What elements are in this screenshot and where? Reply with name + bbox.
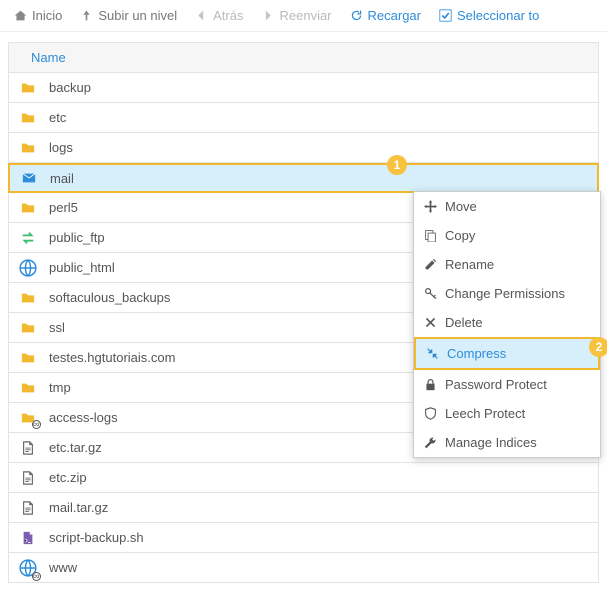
row-icon (19, 440, 37, 456)
wrench-icon (424, 436, 437, 449)
menu-move[interactable]: Move (414, 192, 600, 221)
menu-compress[interactable]: Compress 2 (414, 337, 600, 370)
row-icon (19, 259, 37, 277)
row-label: www (49, 560, 77, 575)
file-row-logs[interactable]: logs (8, 133, 599, 163)
row-icon (19, 530, 37, 546)
menu-permissions[interactable]: Change Permissions (414, 279, 600, 308)
file-row-www[interactable]: ∞ www (8, 553, 599, 583)
forward-icon (261, 9, 274, 22)
toolbar: Inicio Subir un nivel Atrás Reenviar Rec… (0, 0, 607, 32)
move-icon (424, 200, 437, 213)
row-label: logs (49, 140, 73, 155)
row-icon (19, 231, 37, 245)
check-icon (439, 9, 452, 22)
up-button[interactable]: Subir un nivel (80, 8, 177, 23)
row-icon: ∞ (19, 411, 37, 425)
name-column: Name (31, 50, 66, 65)
file-row-mail-tar-gz[interactable]: mail.tar.gz (8, 493, 599, 523)
back-button[interactable]: Atrás (195, 8, 243, 23)
delete-icon (424, 316, 437, 329)
row-label: perl5 (49, 200, 78, 215)
reload-icon (350, 9, 363, 22)
badge-1: 1 (387, 155, 407, 175)
menu-delete-label: Delete (445, 315, 483, 330)
context-menu: Move Copy Rename Change Permissions Dele… (413, 191, 601, 458)
column-header[interactable]: Name (8, 42, 599, 73)
file-row-script-backup-sh[interactable]: script-backup.sh (8, 523, 599, 553)
menu-delete[interactable]: Delete (414, 308, 600, 337)
row-icon (19, 321, 37, 335)
row-icon (19, 111, 37, 125)
menu-copy[interactable]: Copy (414, 221, 600, 250)
lock-icon (424, 378, 437, 391)
row-label: script-backup.sh (49, 530, 144, 545)
back-label: Atrás (213, 8, 243, 23)
row-icon (19, 291, 37, 305)
row-label: mail.tar.gz (49, 500, 108, 515)
row-label: etc (49, 110, 66, 125)
row-label: etc.tar.gz (49, 440, 102, 455)
badge-2: 2 (589, 337, 607, 357)
menu-indices-label: Manage Indices (445, 435, 537, 450)
file-row-etc-zip[interactable]: etc.zip (8, 463, 599, 493)
select-all-label: Seleccionar to (457, 8, 539, 23)
home-label: Inicio (32, 8, 62, 23)
row-icon (19, 470, 37, 486)
forward-button[interactable]: Reenviar (261, 8, 331, 23)
row-label: public_html (49, 260, 115, 275)
row-label: backup (49, 80, 91, 95)
menu-rename[interactable]: Rename (414, 250, 600, 279)
file-row-mail[interactable]: mail1 (8, 163, 599, 193)
menu-compress-label: Compress (447, 346, 506, 361)
menu-password[interactable]: Password Protect (414, 370, 600, 399)
row-label: ssl (49, 320, 65, 335)
row-label: public_ftp (49, 230, 105, 245)
row-icon (19, 500, 37, 516)
select-all-button[interactable]: Seleccionar to (439, 8, 539, 23)
row-label: mail (50, 171, 74, 186)
row-icon (19, 351, 37, 365)
menu-leech-label: Leech Protect (445, 406, 525, 421)
file-row-etc[interactable]: etc (8, 103, 599, 133)
row-icon (20, 171, 38, 185)
menu-move-label: Move (445, 199, 477, 214)
row-label: access-logs (49, 410, 118, 425)
row-label: testes.hgtutoriais.com (49, 350, 175, 365)
row-icon (19, 381, 37, 395)
menu-password-label: Password Protect (445, 377, 547, 392)
row-label: tmp (49, 380, 71, 395)
rename-icon (424, 258, 437, 271)
menu-permissions-label: Change Permissions (445, 286, 565, 301)
file-row-backup[interactable]: backup (8, 73, 599, 103)
copy-icon (424, 229, 437, 242)
menu-indices[interactable]: Manage Indices (414, 428, 600, 457)
row-icon: ∞ (19, 559, 37, 577)
row-label: etc.zip (49, 470, 87, 485)
menu-leech[interactable]: Leech Protect (414, 399, 600, 428)
home-icon (14, 9, 27, 22)
reload-button[interactable]: Recargar (350, 8, 421, 23)
key-icon (424, 287, 437, 300)
menu-copy-label: Copy (445, 228, 475, 243)
row-label: softaculous_backups (49, 290, 170, 305)
up-label: Subir un nivel (98, 8, 177, 23)
row-icon (19, 81, 37, 95)
shield-icon (424, 407, 437, 420)
up-icon (80, 9, 93, 22)
home-button[interactable]: Inicio (14, 8, 62, 23)
reload-label: Recargar (368, 8, 421, 23)
menu-rename-label: Rename (445, 257, 494, 272)
compress-icon (426, 347, 439, 360)
back-icon (195, 9, 208, 22)
row-icon (19, 141, 37, 155)
forward-label: Reenviar (279, 8, 331, 23)
row-icon (19, 201, 37, 215)
